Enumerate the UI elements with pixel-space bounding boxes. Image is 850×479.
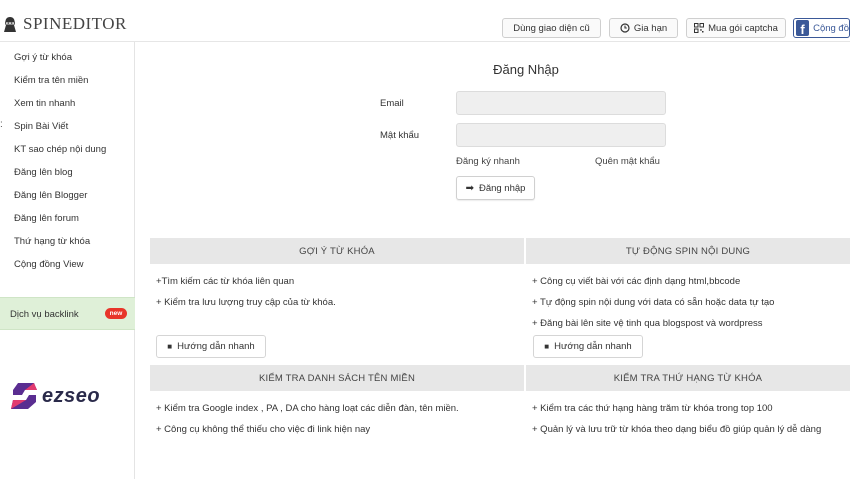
video-camera-icon: ■: [167, 342, 173, 351]
panel-rank-title: KIỂM TRA THỨ HẠNG TỪ KHÓA: [613, 372, 763, 384]
renew-button[interactable]: Gia hạn: [609, 18, 678, 38]
panel-domain-header: KIỂM TRA DANH SÁCH TÊN MIỀN: [150, 365, 524, 391]
community-label: Cộng đồ: [813, 22, 849, 34]
app-logo[interactable]: SPINEDITOR: [2, 14, 127, 34]
list-item: + Kiểm tra lưu lượng truy cập của từ khó…: [156, 297, 336, 308]
login-title: Đăng Nhập: [493, 62, 559, 77]
buy-captcha-button[interactable]: Mua gói captcha: [686, 18, 786, 38]
old-ui-button[interactable]: Dùng giao diện cũ: [502, 18, 601, 38]
list-item: + Kiểm tra các thứ hạng hàng trăm từ khó…: [532, 403, 773, 414]
sidebar-item-spin-article[interactable]: Spin Bài Viết: [14, 121, 68, 132]
ezseo-s-icon: [11, 383, 37, 409]
spin-guide-button[interactable]: ■ Hướng dẫn nhanh: [533, 335, 643, 358]
email-label: Email: [380, 98, 404, 109]
forgot-password-link[interactable]: Quên mật khẩu: [595, 156, 660, 167]
password-field[interactable]: [456, 123, 666, 147]
panel-keyword-title: GỢI Ý TỪ KHÓA: [299, 245, 375, 257]
sidebar-item-keyword-rank[interactable]: Thứ hạng từ khóa: [14, 236, 90, 247]
video-camera-icon: ■: [544, 342, 550, 351]
main-content: Đăng Nhập Email Mật khẩu Đăng ký nhanh Q…: [136, 42, 850, 479]
sidebar-item-domain-check[interactable]: Kiểm tra tên miền: [14, 75, 88, 86]
panel-spin-header: TỰ ĐỘNG SPIN NỘI DUNG: [526, 238, 850, 264]
ezseo-brand-text: ezseo: [42, 384, 101, 407]
sidebar-item-quick-news[interactable]: Xem tin nhanh: [14, 98, 75, 109]
new-badge: new: [105, 308, 127, 319]
sidebar-item-post-blog[interactable]: Đăng lên blog: [14, 167, 73, 178]
backlink-label: Dịch vụ backlink: [10, 309, 79, 320]
keyword-guide-label: Hướng dẫn nhanh: [177, 341, 255, 352]
sidebar-item-community-view[interactable]: Cộng đồng View: [14, 259, 84, 270]
password-label: Mật khẩu: [380, 130, 420, 141]
top-bar: SPINEDITOR Dùng giao diện cũ Gia hạn Mua…: [0, 0, 850, 42]
sidebar-item-plagiarism-check[interactable]: KT sao chép nội dung: [14, 144, 106, 155]
sidebar: Gợi ý từ khóa Kiểm tra tên miền Xem tin …: [0, 42, 135, 479]
list-item: + Quản lý và lưu trữ từ khóa theo dạng b…: [532, 424, 822, 435]
sidebar-item-post-blogger[interactable]: Đăng lên Blogger: [14, 190, 87, 201]
sidebar-item-backlink-service[interactable]: Dịch vụ backlink new: [0, 297, 135, 330]
ninja-icon: [4, 17, 16, 32]
login-button-label: Đăng nhập: [478, 182, 526, 194]
captcha-label: Mua gói captcha: [708, 22, 778, 34]
old-ui-label: Dùng giao diện cũ: [513, 22, 590, 34]
register-link[interactable]: Đăng ký nhanh: [456, 156, 520, 167]
list-item: + Kiểm tra Google index , PA , DA cho hà…: [156, 403, 459, 414]
logo-text: SPINEDITOR: [23, 14, 127, 33]
facebook-icon: f: [796, 20, 810, 36]
list-item: +Tìm kiếm các từ khóa liên quan: [156, 276, 295, 287]
clock-icon: [620, 23, 630, 33]
renew-label: Gia hạn: [633, 22, 668, 34]
panel-spin-title: TỰ ĐỘNG SPIN NỘI DUNG: [625, 245, 751, 257]
qrcode-icon: [694, 23, 705, 33]
list-item: + Công cụ không thể thiếu cho việc đi li…: [156, 424, 371, 435]
email-field[interactable]: [456, 91, 666, 115]
panel-rank-header: KIỂM TRA THỨ HẠNG TỪ KHÓA: [526, 365, 850, 391]
spin-guide-label: Hướng dẫn nhanh: [554, 341, 632, 352]
keyword-guide-button[interactable]: ■ Hướng dẫn nhanh: [156, 335, 266, 358]
login-button[interactable]: ➡ Đăng nhập: [456, 176, 535, 200]
ezseo-brand-logo: ezseo: [10, 380, 100, 412]
panel-keyword-header: GỢI Ý TỪ KHÓA: [150, 238, 524, 264]
list-item: + Tự động spin nội dung với data có sẵn …: [532, 297, 775, 308]
community-facebook-button[interactable]: f Cộng đồ: [793, 18, 850, 38]
sidebar-item-post-forum[interactable]: Đăng lên forum: [14, 213, 79, 224]
list-item: + Đăng bài lên site vệ tinh qua blogspos…: [532, 318, 763, 329]
arrow-right-icon: ➡: [465, 182, 474, 194]
active-marker-icon: :: [0, 119, 3, 130]
panel-domain-title: KIỂM TRA DANH SÁCH TÊN MIỀN: [258, 372, 416, 384]
sidebar-item-keyword-suggest[interactable]: Gợi ý từ khóa: [14, 52, 72, 63]
list-item: + Công cụ viết bài với các định dạng htm…: [532, 276, 741, 287]
